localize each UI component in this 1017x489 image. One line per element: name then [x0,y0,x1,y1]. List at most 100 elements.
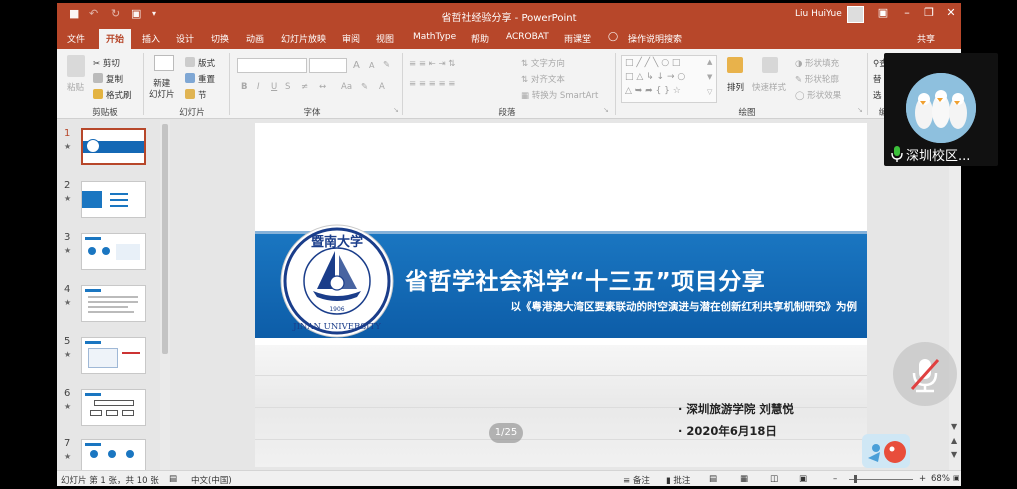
zoom-slider[interactable] [849,479,913,480]
tab-animations[interactable]: 动画 [246,32,264,45]
char-spacing-icon[interactable]: ↔ [319,82,326,92]
shape-effects-button[interactable]: ◯ 形状效果 [795,89,841,101]
tell-me-search[interactable]: 操作说明搜索 [628,32,682,45]
section-button[interactable]: 节 [185,89,207,101]
close-icon[interactable]: ✕ [943,6,959,19]
bold-button[interactable]: B [241,82,247,92]
highlight-icon[interactable]: ✎ [361,82,368,92]
presenter-line[interactable]: · 深圳旅游学院 刘慧悦 [678,401,794,417]
previous-slide-icon[interactable]: ▲ [951,436,957,445]
ribbon-display-icon[interactable]: ▣ [875,6,891,19]
thumbnail-scroll-thumb[interactable] [162,124,168,354]
shape-outline-button[interactable]: ✎ 形状轮廓 [795,73,839,85]
tab-rain-classroom[interactable]: 雨课堂 [564,32,591,45]
reset-button[interactable]: 重置 [185,73,215,85]
comments-button[interactable]: ▮ 批注 [666,474,690,486]
participant-video-tile[interactable]: 深圳校区... [884,53,998,166]
paragraph-dialog-launcher-icon[interactable]: ↘ [603,106,609,114]
spellcheck-icon[interactable]: ▤ [169,474,177,484]
new-slide-button[interactable]: 新建 幻灯片 [149,79,175,101]
replace-button[interactable]: 替 [873,73,882,85]
layout-button[interactable]: 版式 [185,57,215,69]
reading-view-icon[interactable]: ◫ [770,474,778,484]
strikethrough-icon[interactable]: ≠ [301,82,308,92]
tab-design[interactable]: 设计 [176,32,194,45]
fit-slide-icon[interactable]: ▣ [953,474,960,482]
slide-thumbnail-7[interactable] [81,439,146,470]
tab-home[interactable]: 开始 [99,29,132,50]
tab-insert[interactable]: 插入 [142,32,160,45]
tab-help[interactable]: 帮助 [471,32,489,45]
new-slide-icon[interactable] [154,55,174,71]
shadow-button[interactable]: S [285,82,290,92]
bird-mascot-icon[interactable] [862,434,910,468]
quick-styles-icon[interactable] [762,57,778,73]
font-color-icon[interactable]: A [379,82,385,92]
notes-button[interactable]: ≡ 备注 [623,474,650,486]
zoom-slider-thumb[interactable] [854,475,857,483]
slide-thumbnail-4[interactable] [81,285,146,322]
copy-button[interactable]: 复制 [93,73,123,85]
thumbnail-scrollbar[interactable] [160,120,170,470]
mute-button[interactable] [893,342,957,406]
align-icons[interactable]: ≡ ≡ ≡ ≡ ≡ [409,79,455,89]
quick-styles-button[interactable]: 快速样式 [752,81,786,93]
normal-view-icon[interactable]: ▤ [709,474,717,484]
slide-sorter-icon[interactable]: ▦ [740,474,748,484]
font-size-combo[interactable] [309,58,347,73]
share-button[interactable]: 共享 [917,32,935,45]
smartart-button[interactable]: ▦ 转换为 SmartArt [521,89,598,101]
slide-thumbnail-1[interactable] [81,128,146,165]
current-slide[interactable]: 暨南大学 JINAN UNIVERSITY 1906 省哲学社会科学“十三五”项… [255,123,867,467]
language-status[interactable]: 中文(中国) [191,474,232,486]
font-dialog-launcher-icon[interactable]: ↘ [393,106,399,114]
tab-mathtype[interactable]: MathType [413,32,456,42]
next-slide-icon[interactable]: ▼ [951,450,957,459]
change-case-icon[interactable]: Aa [341,82,352,92]
slide-subtitle[interactable]: 以《粤港澳大湾区要素联动的时空演进与潜在创新红利共享机制研究》为例 [511,299,858,314]
clipboard-group-label: 剪贴板 [92,108,118,118]
shapes-scroll-icon[interactable]: ▲ ▼ ▽ [707,55,712,100]
scroll-down-icon[interactable]: ▼ [951,422,957,431]
minimize-icon[interactable]: – [899,6,915,19]
zoom-percent[interactable]: 68% [931,474,950,484]
align-text-button[interactable]: ⇅ 对齐文本 [521,73,565,85]
italic-button[interactable]: I [257,82,260,92]
zoom-out-button[interactable]: – [833,474,837,484]
slide-title[interactable]: 省哲学社会科学“十三五”项目分享 [405,262,765,296]
slide-thumbnail-5[interactable] [81,337,146,374]
tab-review[interactable]: 审阅 [342,32,360,45]
slide-thumbnail-2[interactable] [81,181,146,218]
arrange-button[interactable]: 排列 [727,81,744,93]
format-painter-button[interactable]: 格式刷 [93,89,132,101]
underline-button[interactable]: U [271,82,277,92]
date-line[interactable]: · 2020年6月18日 [678,423,777,439]
tab-acrobat[interactable]: ACROBAT [506,32,549,42]
bullets-icon[interactable]: ≡ ≡ ⇤ ⇥ ⇅ [409,59,455,69]
shrink-font-button[interactable]: A [369,61,374,70]
shapes-gallery[interactable]: □ ╱ ╱ ╲ ○ □ □ △ ↳ ↓ → ○ △ ➥ ➦ { } ☆ [621,55,717,103]
grow-font-button[interactable]: A [353,60,360,71]
drawing-dialog-launcher-icon[interactable]: ↘ [857,106,863,114]
user-name[interactable]: Liu HuiYue [795,9,842,19]
cut-button[interactable]: ✂ 剪切 [93,57,120,69]
select-button[interactable]: 选 [873,89,882,101]
shape-fill-button[interactable]: ◑ 形状填充 [795,57,839,69]
tab-view[interactable]: 视图 [376,32,394,45]
user-avatar[interactable] [847,6,864,23]
tab-transitions[interactable]: 切换 [211,32,229,45]
slide-thumbnail-3[interactable] [81,233,146,270]
font-name-combo[interactable] [237,58,307,73]
clear-format-icon[interactable]: ✎ [383,60,390,70]
slide-vertical-scrollbar[interactable]: ▲ ▼ ▲ ▼ [949,120,961,470]
tab-slideshow[interactable]: 幻灯片放映 [281,32,326,45]
paste-icon[interactable] [67,55,85,77]
text-direction-button[interactable]: ⇅ 文字方向 [521,57,565,69]
zoom-in-button[interactable]: + [919,474,926,484]
slideshow-view-icon[interactable]: ▣ [799,474,807,484]
arrange-icon[interactable] [727,57,743,73]
paste-button[interactable]: 粘贴 [67,81,84,93]
restore-icon[interactable]: ❐ [921,6,937,19]
slide-thumbnail-6[interactable] [81,389,146,426]
tab-file[interactable]: 文件 [67,32,85,45]
